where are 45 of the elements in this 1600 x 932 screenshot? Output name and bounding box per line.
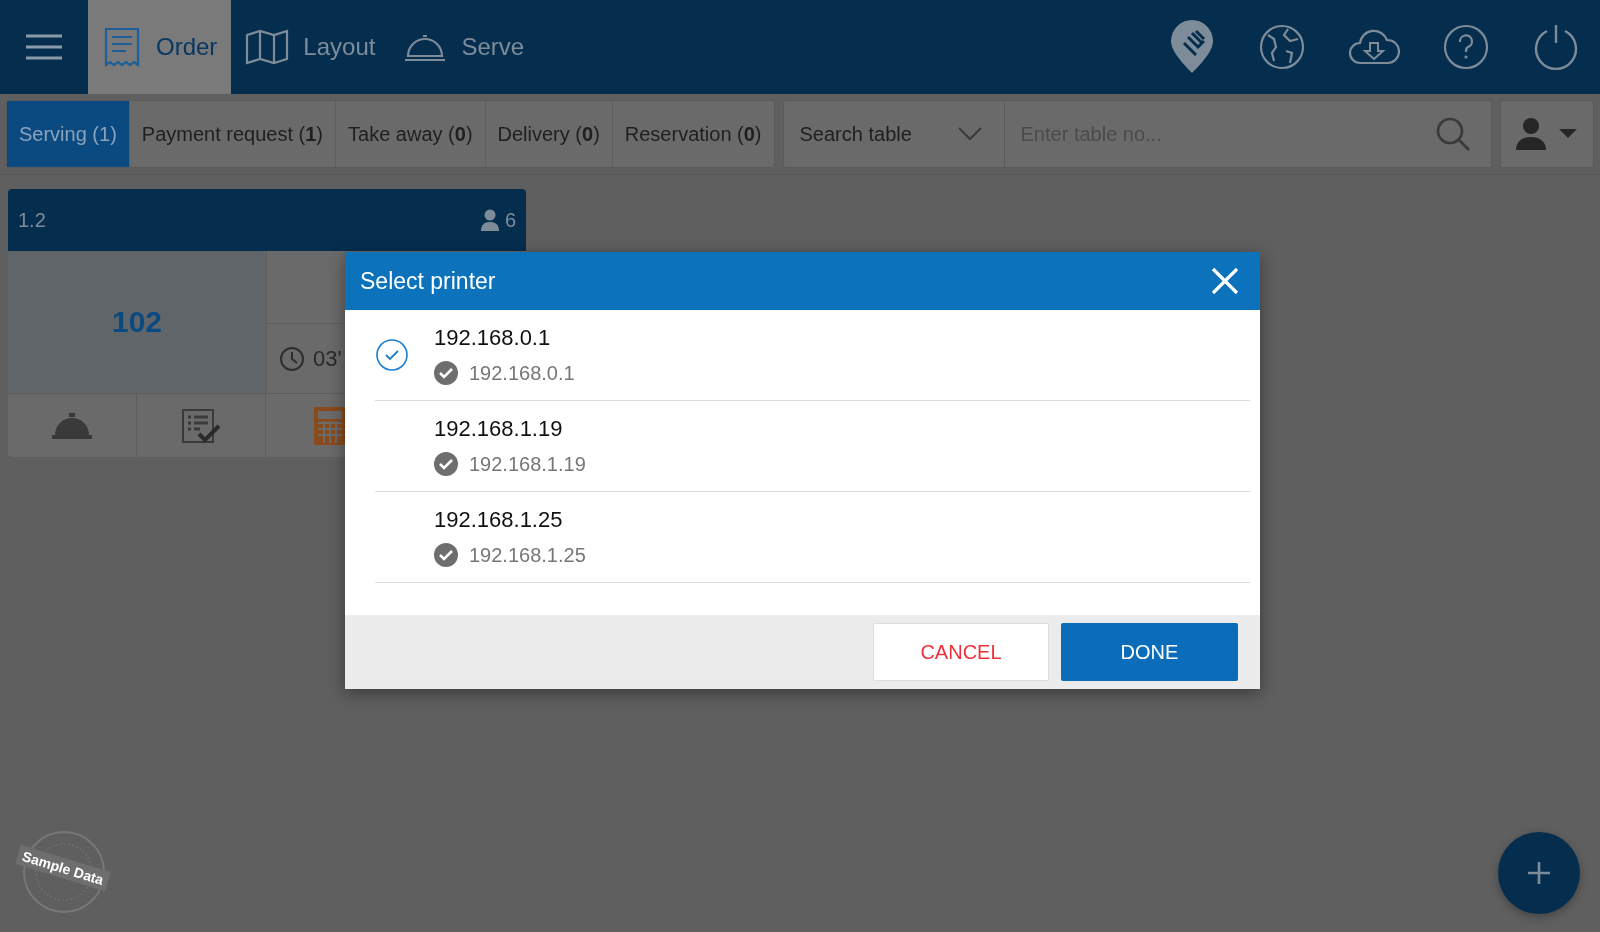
calculator-icon: [313, 405, 347, 446]
user-dropdown-icon: [1515, 117, 1579, 151]
cancel-button[interactable]: CANCEL: [873, 623, 1049, 681]
user-menu-button[interactable]: [1500, 100, 1594, 168]
cloud-download-icon[interactable]: [1348, 27, 1400, 67]
close-icon: [1210, 266, 1240, 296]
printer-item[interactable]: 192.168.0.1 192.168.0.1: [375, 310, 1250, 401]
printer-item[interactable]: 192.168.1.19 192.168.1.19: [375, 401, 1250, 492]
check-circle-icon: [434, 452, 458, 476]
printer-address: 192.168.1.25: [469, 543, 586, 567]
printer-name: 192.168.1.25: [434, 507, 564, 533]
filter-tab[interactable]: Delivery (0): [485, 101, 613, 167]
menu-icon: [25, 34, 63, 60]
filter-tab[interactable]: Take away (0): [336, 101, 486, 167]
cloche-icon: [51, 410, 93, 441]
checklist-icon: [181, 407, 221, 444]
nav-tab[interactable]: Layout: [231, 0, 390, 94]
power-icon[interactable]: [1532, 23, 1580, 71]
person-icon: [480, 209, 499, 231]
printer-item[interactable]: 192.168.1.25 192.168.1.25: [375, 492, 1250, 583]
filter-tab[interactable]: Payment request (1): [129, 101, 337, 167]
elapsed-time: 03': [313, 345, 342, 372]
guest-count: 6: [504, 208, 516, 232]
search-mode-dropdown[interactable]: Search table: [782, 100, 1005, 168]
done-button[interactable]: DONE: [1061, 623, 1238, 681]
nav-tab[interactable]: Serve: [389, 0, 539, 94]
map-icon: [245, 29, 290, 65]
check-circle-icon: [434, 543, 458, 567]
plus-icon: [1527, 861, 1551, 885]
search-icon[interactable]: [1435, 116, 1471, 152]
receipt-icon: [102, 25, 142, 69]
table-name: 1.2: [18, 208, 47, 232]
add-button[interactable]: [1498, 832, 1580, 914]
clock-icon: [279, 345, 305, 372]
dialog-title: Select printer: [360, 267, 496, 295]
globe-icon[interactable]: [1258, 23, 1306, 71]
check-circle-icon: [434, 361, 458, 385]
close-button[interactable]: [1210, 266, 1240, 296]
filter-tab[interactable]: Serving (1): [7, 101, 130, 167]
nav-tab[interactable]: Order: [88, 0, 232, 94]
sample-data-label: Sample Data: [15, 844, 111, 892]
chevron-down-icon: [957, 127, 982, 141]
table-number: 102: [111, 305, 163, 339]
filter-tab[interactable]: Reservation (0): [612, 101, 774, 167]
help-icon[interactable]: [1442, 23, 1490, 71]
